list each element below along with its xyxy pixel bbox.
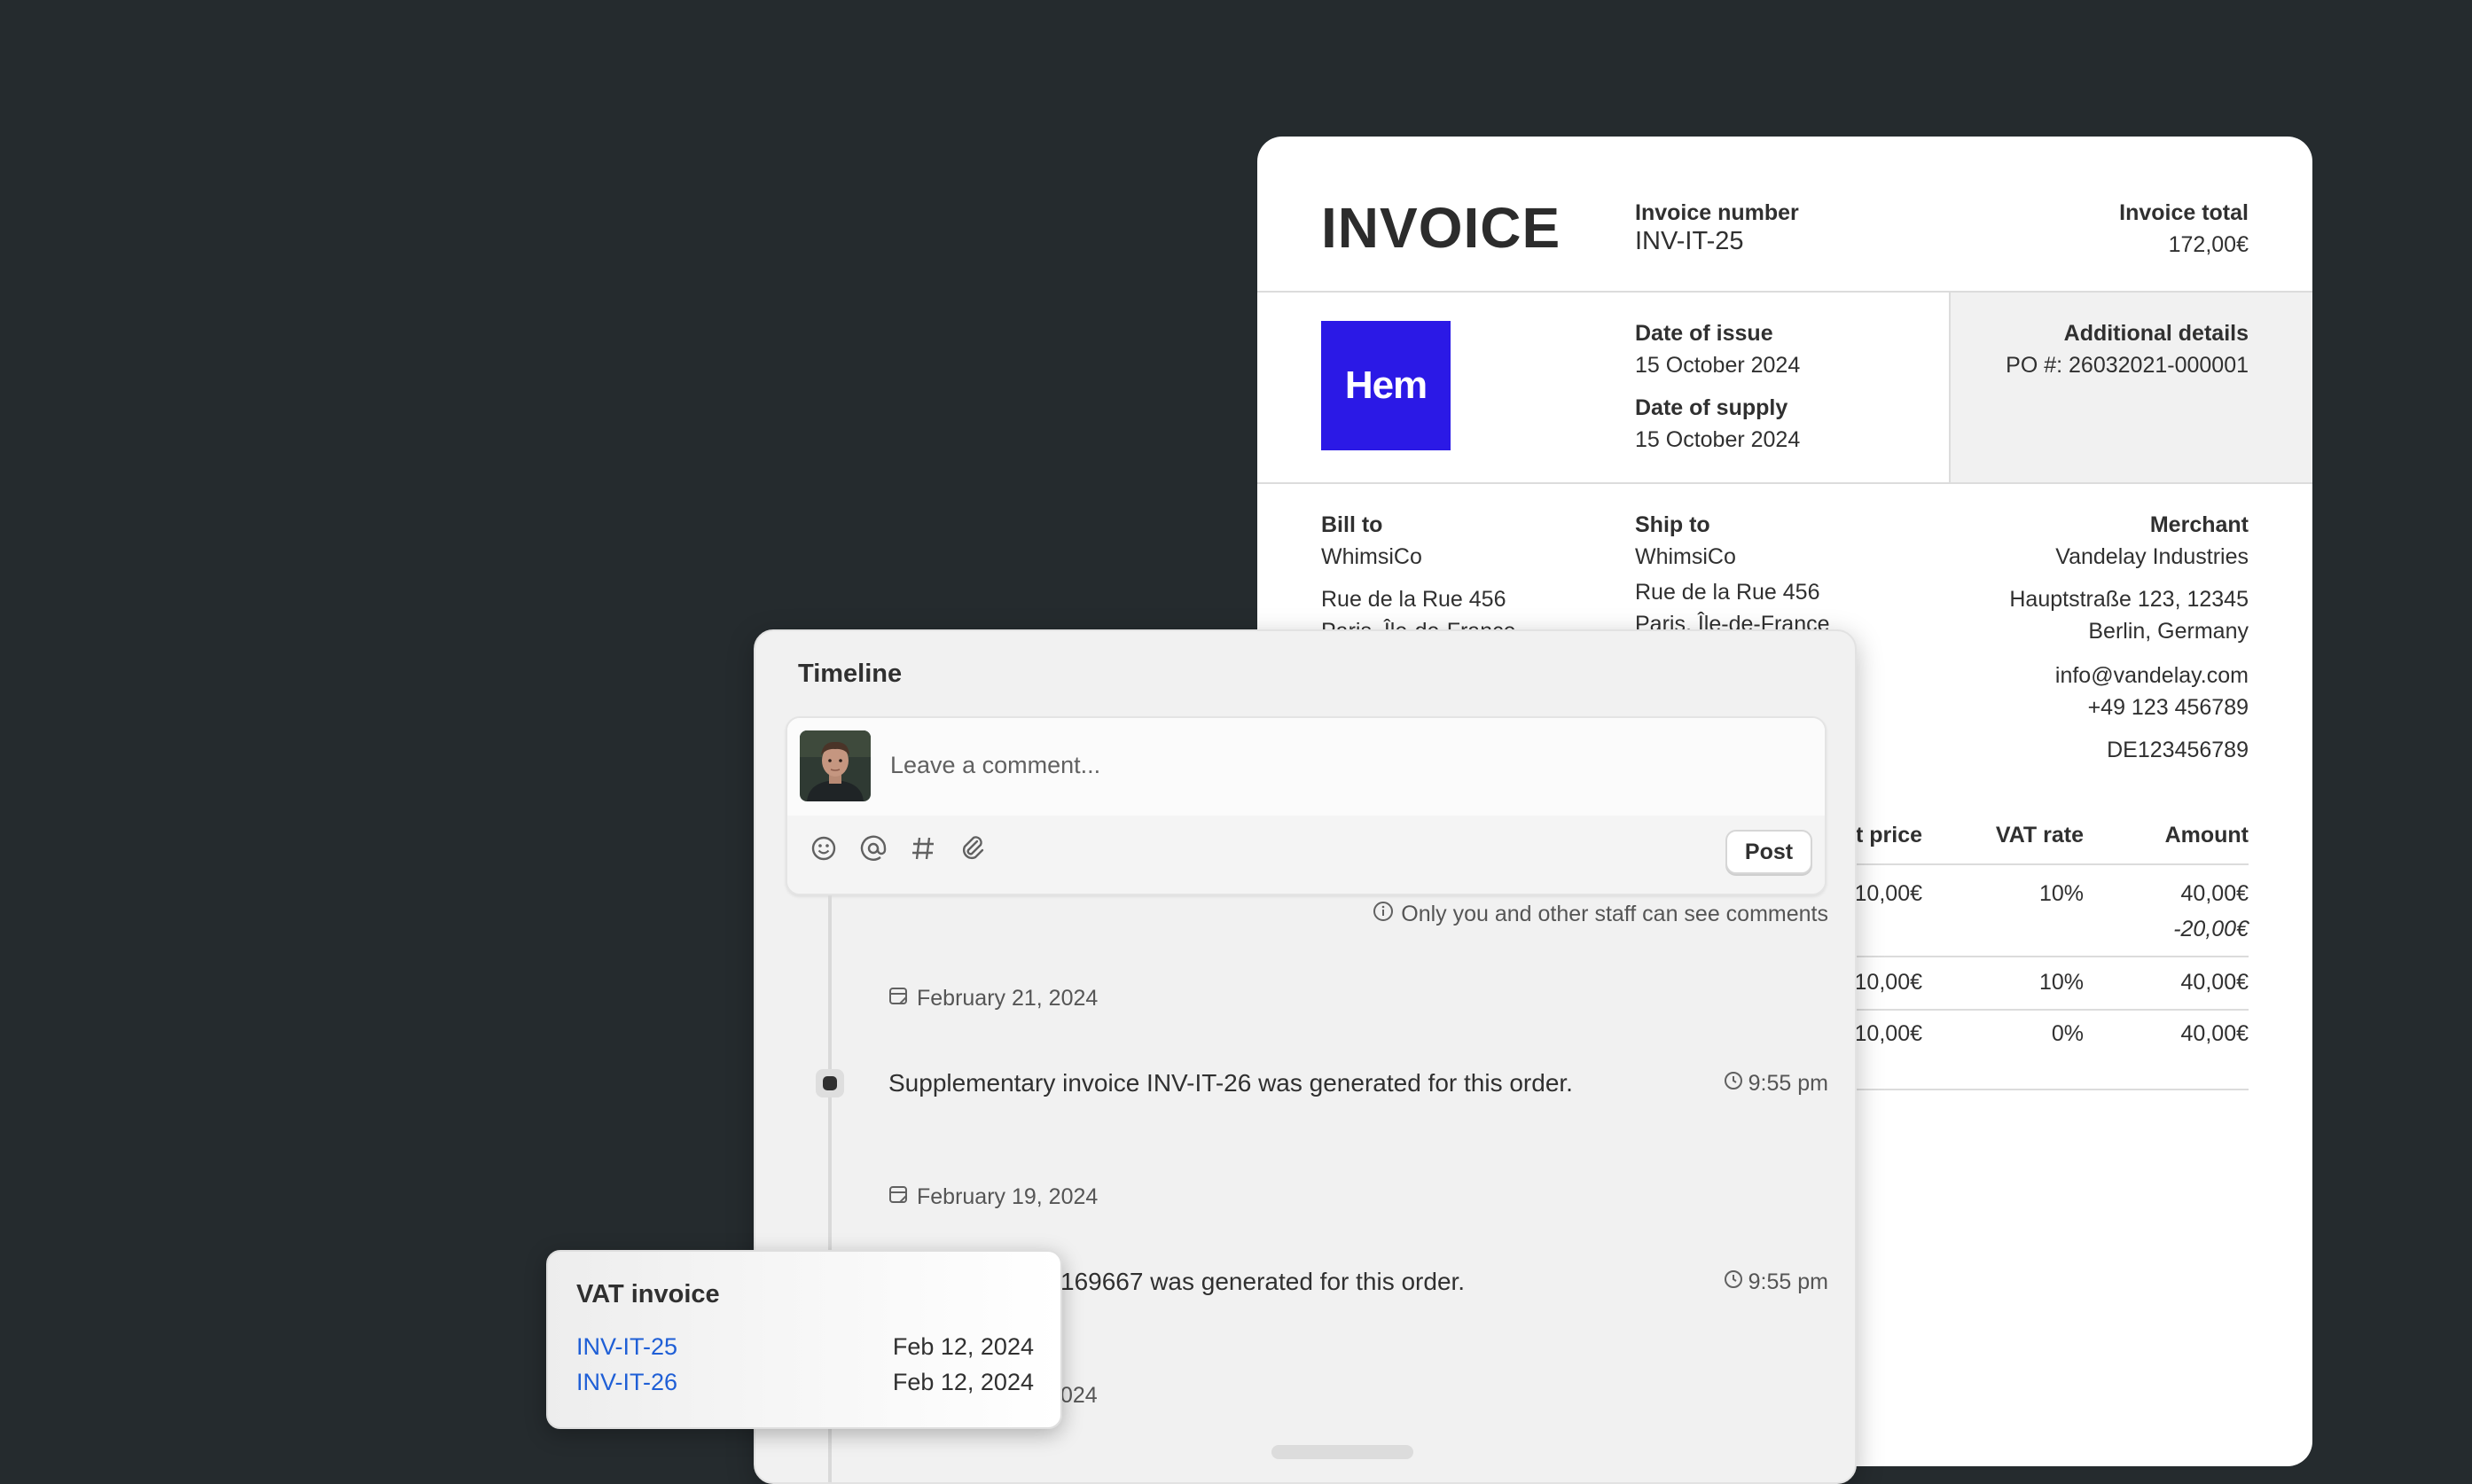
timeline-date: February 21, 2024 [917,986,1099,1011]
vat-invoice-popover: VAT invoice INV-IT-25 Feb 12, 2024 INV-I… [546,1250,1062,1429]
vat-invoice-link[interactable]: INV-IT-26 [576,1369,677,1396]
calendar-icon [888,1184,908,1210]
vat-invoice-link[interactable]: INV-IT-25 [576,1333,677,1361]
post-button[interactable]: Post [1725,830,1812,874]
clock-icon [1724,1269,1743,1295]
bill-to-label: Bill to [1321,512,1383,537]
comment-input[interactable] [888,745,1690,785]
staff-note-text: Only you and other staff can see comment… [1401,902,1828,926]
mention-icon[interactable] [858,833,888,863]
row2-vat-rate: 10% [2038,970,2084,995]
timeline-event-marker [816,1069,844,1097]
timeline-date-heading: February 19, 2024 [888,1184,1098,1210]
staff-visibility-note: Only you and other staff can see comment… [1373,901,1828,928]
invoice-total-label: Invoice total [2119,200,2249,225]
event-time-text: 9:55 pm [1748,1071,1828,1096]
bill-to-name: WhimsiCo [1321,544,1422,569]
row1-discount: -20,00€ [2173,917,2249,941]
timeline-date: February 19, 2024 [917,1184,1099,1209]
merchant-email: info@vandelay.com [2054,663,2249,688]
clock-icon [1724,1071,1743,1097]
ship-to-label: Ship to [1635,512,1710,537]
timeline-title: Timeline [798,660,903,688]
comment-toolbar [787,816,1825,894]
date-of-issue-label: Date of issue [1635,321,1773,346]
row3-amount: 40,00€ [2180,1021,2249,1046]
invoice-number-label: Invoice number [1635,200,1799,225]
attachment-icon[interactable] [958,833,988,863]
col-header-amount: Amount [2164,823,2249,847]
additional-details-label: Additional details [2063,321,2249,346]
merchant-city: Berlin, Germany [2088,619,2249,644]
invoice-total: 172,00€ [2168,232,2249,257]
invoice-title: INVOICE [1321,196,1561,260]
row2-amount: 40,00€ [2180,970,2249,995]
event-time-text: 9:55 pm [1748,1269,1828,1294]
merchant-name: Vandelay Industries [2055,544,2249,569]
row1-amount: 40,00€ [2180,881,2249,906]
po-number: PO #: 26032021-000001 [2006,353,2249,378]
info-icon [1373,901,1394,928]
row3-unit-price: 10,00€ [1854,1021,1922,1046]
timeline-event-time: 9:55 pm [1724,1071,1828,1097]
ship-to-name: WhimsiCo [1635,544,1736,569]
merchant-phone: +49 123 456789 [2087,695,2249,720]
timeline-date: 024 [1060,1383,1098,1408]
date-of-supply-label: Date of supply [1635,395,1788,420]
merchant-street: Hauptstraße 123, 12345 [2009,587,2249,612]
avatar [800,730,871,801]
date-of-issue: 15 October 2024 [1635,353,1801,378]
date-of-supply: 15 October 2024 [1635,427,1801,452]
vat-invoice-date: Feb 12, 2024 [892,1333,1034,1360]
vat-invoice-title: VAT invoice [576,1280,720,1308]
row1-vat-rate: 10% [2038,881,2084,906]
scroll-indicator[interactable] [1271,1445,1413,1459]
row2-unit-price: 10,00€ [1854,970,1922,995]
hashtag-icon[interactable] [908,833,938,863]
bill-to-street: Rue de la Rue 456 [1321,587,1506,612]
col-header-vat-rate: VAT rate [1995,823,2084,847]
row1-unit-price: 10,00€ [1854,881,1922,906]
details-divider [1257,482,2312,484]
ship-to-street: Rue de la Rue 456 [1635,580,1820,605]
timeline-event-text: 169667 was generated for this order. [1060,1268,1466,1295]
timeline-event-text: Supplementary invoice INV-IT-26 was gene… [888,1069,1573,1097]
timeline-date-heading: February 21, 2024 [888,986,1098,1011]
timeline-event-time: 9:55 pm [1724,1269,1828,1295]
invoice-number: INV-IT-25 [1635,227,1744,255]
comment-composer: Post [786,716,1827,895]
merchant-label: Merchant [2149,512,2249,537]
timeline-date-heading: 024 [1060,1383,1098,1409]
vat-invoice-date: Feb 12, 2024 [892,1369,1034,1395]
row3-vat-rate: 0% [2051,1021,2084,1046]
calendar-icon [888,986,908,1011]
merchant-vat-id: DE123456789 [2107,738,2249,762]
emoji-icon[interactable] [809,833,839,863]
hem-logo: Hem [1321,321,1451,450]
